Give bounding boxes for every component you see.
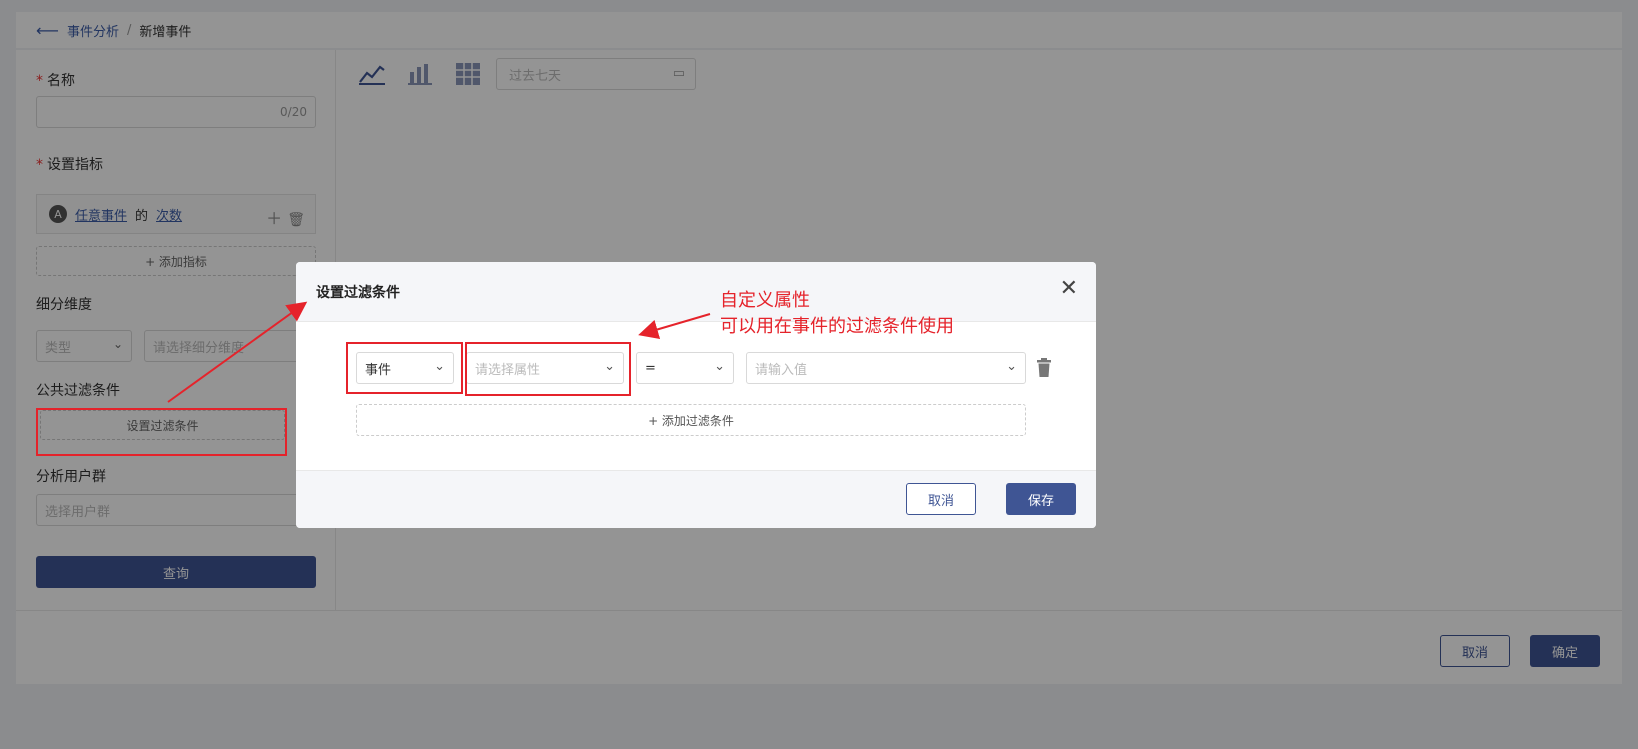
dialog-title: 设置过滤条件 xyxy=(316,285,400,301)
annotation-line-1: 自定义属性 xyxy=(720,290,810,311)
annotation-text: 自定义属性 可以用在事件的过滤条件使用 xyxy=(720,288,954,340)
dialog-save-button[interactable]: 保存 xyxy=(1006,483,1076,515)
chevron-down-icon: ⌄ xyxy=(714,359,725,374)
dialog-footer: 取消 保存 xyxy=(296,470,1096,528)
dialog-header: 设置过滤条件 ✕ xyxy=(296,262,1096,322)
dialog-cancel-button[interactable]: 取消 xyxy=(906,483,976,515)
add-condition-button[interactable]: + 添加过滤条件 xyxy=(356,404,1026,436)
close-icon[interactable]: ✕ xyxy=(1060,278,1078,300)
annotation-line-2: 可以用在事件的过滤条件使用 xyxy=(720,316,954,337)
value-select[interactable]: 请输入值 ⌄ xyxy=(746,352,1026,384)
annotation-box-property-select xyxy=(465,342,631,396)
annotation-box-filter-button xyxy=(36,408,287,456)
filter-dialog: 设置过滤条件 ✕ 事件 ⌄ 请选择属性 ⌄ = ⌄ 请输入值 ⌄ + 添加过滤条件 取消… xyxy=(296,262,1096,528)
annotation-box-type-select xyxy=(346,342,463,394)
chevron-down-icon: ⌄ xyxy=(1006,359,1017,374)
operator-select[interactable]: = ⌄ xyxy=(636,352,734,384)
delete-condition-icon[interactable] xyxy=(1036,358,1052,378)
dialog-body: 事件 ⌄ 请选择属性 ⌄ = ⌄ 请输入值 ⌄ + 添加过滤条件 xyxy=(296,322,1096,470)
